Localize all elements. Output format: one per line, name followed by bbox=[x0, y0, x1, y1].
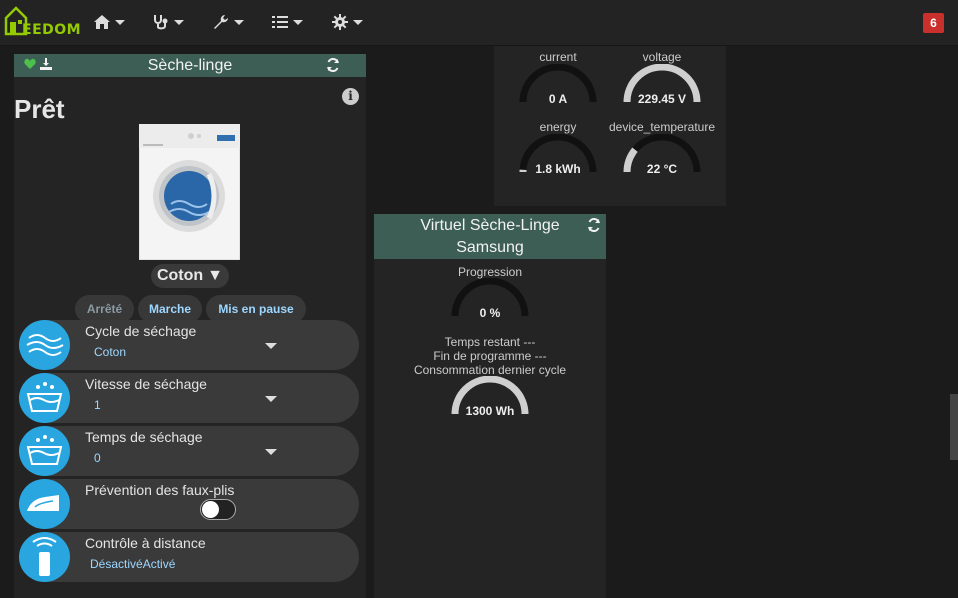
menu-health[interactable] bbox=[152, 12, 184, 32]
menu-settings[interactable] bbox=[331, 12, 363, 32]
drying-cycle-row: Cycle de séchage Coton bbox=[19, 320, 359, 370]
drying-time-label: Temps de séchage bbox=[85, 429, 203, 445]
dryer-widget-title[interactable]: Sèche-linge bbox=[148, 57, 233, 75]
gauge-label: energy bbox=[539, 120, 577, 134]
chevron-down-icon bbox=[115, 19, 125, 25]
chevron-down-icon bbox=[174, 19, 184, 25]
stethoscope-icon bbox=[154, 15, 168, 30]
chevron-down-icon bbox=[234, 19, 244, 25]
anti-crease-toggle[interactable] bbox=[200, 499, 236, 520]
menu-home[interactable] bbox=[93, 12, 125, 32]
gear-icon bbox=[332, 14, 348, 30]
gauge-label: current bbox=[539, 50, 577, 64]
program-value: Coton bbox=[156, 267, 204, 284]
heart-icon[interactable] bbox=[24, 58, 36, 70]
stop-button[interactable]: Arrêté bbox=[75, 295, 134, 323]
basin-icon bbox=[19, 426, 70, 476]
refresh-icon[interactable] bbox=[326, 58, 340, 72]
gauge-energy: energy 1.8 kWh bbox=[503, 120, 613, 176]
remaining-time: Temps restant --- bbox=[444, 335, 536, 349]
drying-cycle-label: Cycle de séchage bbox=[85, 323, 197, 339]
wrench-icon bbox=[214, 15, 228, 29]
gauge-consumption: 1300 Wh bbox=[435, 376, 545, 418]
virtual-widget-subtitle: Samsung bbox=[456, 239, 524, 256]
anti-crease-label: Prévention des faux-plis bbox=[85, 482, 235, 498]
chevron-down-icon bbox=[293, 19, 303, 25]
gauge-value: 229.45 V bbox=[637, 92, 687, 106]
tasks-icon bbox=[272, 16, 288, 28]
pause-button[interactable]: Mis en pause bbox=[206, 295, 306, 323]
gauge-device-temperature: device_temperature 22 °C bbox=[607, 120, 717, 176]
consumption-label: Consommation dernier cycle bbox=[413, 363, 567, 377]
remote-icon bbox=[19, 532, 70, 582]
power-widget: current 0 A voltage 229.45 V energy 1.8 … bbox=[494, 46, 726, 206]
chevron-down-icon bbox=[353, 19, 363, 25]
chevron-down-icon: ▼ bbox=[207, 267, 224, 284]
menu-tools[interactable] bbox=[212, 12, 244, 32]
remote-control-value[interactable]: DésactivéActivé bbox=[90, 557, 175, 571]
toggle-knob bbox=[202, 501, 219, 518]
gauge-value: 1300 Wh bbox=[465, 404, 515, 418]
gauge-value: 1.8 kWh bbox=[535, 162, 581, 176]
menu-scenarios[interactable] bbox=[271, 12, 303, 32]
gauge-value: 0 A bbox=[548, 92, 568, 106]
chevron-down-icon[interactable] bbox=[265, 343, 277, 349]
jeedom-logo[interactable]: EEDOM bbox=[4, 4, 81, 38]
gauge-progress: 0 % bbox=[435, 278, 545, 320]
remote-control-label: Contrôle à distance bbox=[85, 535, 206, 551]
virtual-widget-header: Virtuel Sèche-Linge Samsung bbox=[374, 214, 606, 259]
refresh-icon[interactable] bbox=[587, 218, 601, 232]
gauge-label: device_temperature bbox=[608, 120, 716, 134]
home-icon bbox=[94, 15, 110, 29]
dryer-state: Prêt bbox=[14, 94, 65, 124]
drying-cycle-value[interactable]: Coton bbox=[94, 345, 126, 359]
gauge-current: current 0 A bbox=[503, 50, 613, 106]
navbar: EEDOM 6 bbox=[0, 0, 958, 46]
program-select[interactable]: Coton ▼ bbox=[151, 264, 229, 288]
page-scrollbar[interactable] bbox=[950, 394, 958, 460]
dryer-widget-header: Sèche-linge bbox=[14, 54, 366, 77]
gauge-label: voltage bbox=[642, 50, 682, 64]
progress-label: Progression bbox=[457, 265, 523, 279]
virtual-widget-title[interactable]: Virtuel Sèche-Linge bbox=[374, 215, 606, 237]
anti-crease-row: Prévention des faux-plis bbox=[19, 479, 359, 529]
chevron-down-icon[interactable] bbox=[265, 449, 277, 455]
drying-time-row: Temps de séchage 0 bbox=[19, 426, 359, 476]
logo-text: EEDOM bbox=[22, 22, 82, 38]
basin-icon bbox=[19, 373, 70, 423]
gauge-value: 0 % bbox=[479, 306, 501, 320]
iron-icon bbox=[19, 479, 70, 529]
remote-control-row: Contrôle à distance DésactivéActivé bbox=[19, 532, 359, 582]
drying-time-value[interactable]: 0 bbox=[94, 451, 101, 465]
drying-speed-label: Vitesse de séchage bbox=[85, 376, 207, 392]
gauge-value: 22 °C bbox=[646, 162, 678, 176]
program-end: Fin de programme --- bbox=[433, 349, 547, 363]
gauge-voltage: voltage 229.45 V bbox=[607, 50, 717, 106]
chevron-down-icon[interactable] bbox=[265, 396, 277, 402]
notification-badge[interactable]: 6 bbox=[923, 13, 944, 33]
wind-icon bbox=[19, 320, 70, 370]
start-button[interactable]: Marche bbox=[138, 295, 202, 323]
download-icon[interactable] bbox=[40, 58, 52, 70]
washing-machine-image bbox=[139, 124, 240, 260]
drying-speed-value[interactable]: 1 bbox=[94, 398, 101, 412]
dryer-widget: Sèche-linge Prêt i Coton ▼ Arrêté Marche… bbox=[14, 54, 366, 598]
virtual-dryer-widget: Virtuel Sèche-Linge Samsung Progression … bbox=[374, 214, 606, 598]
info-icon[interactable]: i bbox=[342, 88, 359, 105]
drying-speed-row: Vitesse de séchage 1 bbox=[19, 373, 359, 423]
